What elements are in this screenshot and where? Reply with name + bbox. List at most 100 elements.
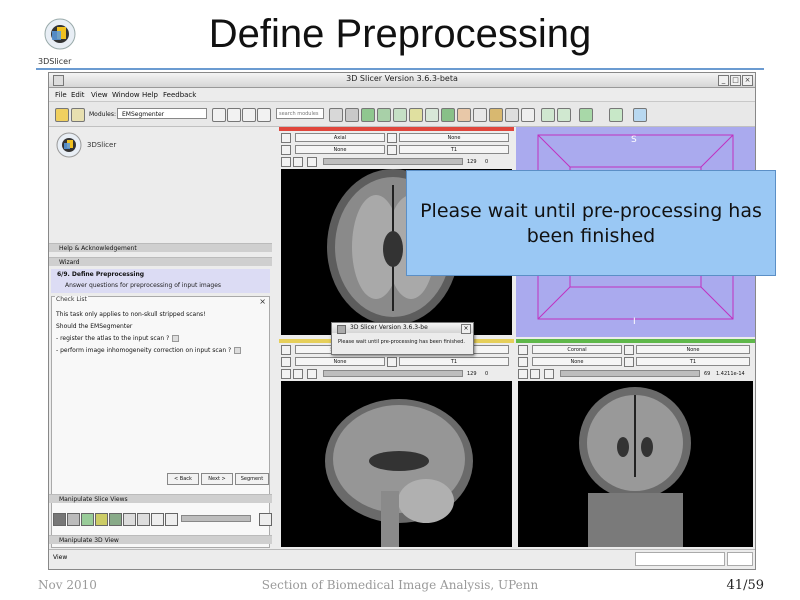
menu-file[interactable]: File xyxy=(55,91,67,99)
back-button[interactable]: < Back xyxy=(167,473,199,485)
dialog-close-icon[interactable]: × xyxy=(461,324,471,334)
close-icon[interactable]: × xyxy=(742,75,753,86)
red-link-icon[interactable] xyxy=(281,145,291,155)
green-fg-icon[interactable] xyxy=(624,345,634,355)
module-search-input[interactable]: search modules xyxy=(276,108,324,119)
red-visibility-icon[interactable] xyxy=(307,157,317,167)
menu-window[interactable]: Window xyxy=(112,91,140,99)
red-slice-slider[interactable] xyxy=(323,158,463,165)
undo-icon[interactable] xyxy=(541,108,555,122)
inhomogeneity-correction-checkbox[interactable] xyxy=(234,347,242,354)
pencil-icon[interactable] xyxy=(473,108,487,122)
yellow-visibility-icon[interactable] xyxy=(307,369,317,379)
red-volume-select[interactable]: T1 xyxy=(399,145,509,154)
mouse-mode-icon[interactable] xyxy=(579,108,593,122)
green-options-icon[interactable] xyxy=(530,369,540,379)
models-icon[interactable] xyxy=(361,108,375,122)
slice-yellow-icon[interactable] xyxy=(95,513,108,526)
slice-fit-icon[interactable] xyxy=(53,513,66,526)
yellow-pin-icon[interactable] xyxy=(281,345,291,355)
red-fit-icon[interactable] xyxy=(281,157,291,167)
editor-icon[interactable] xyxy=(425,108,439,122)
data-icon[interactable] xyxy=(71,108,85,122)
yellow-bg-select[interactable]: None xyxy=(295,357,385,366)
fiducials-icon[interactable] xyxy=(409,108,423,122)
menu-help[interactable]: Help xyxy=(142,91,158,99)
manipulate-slice-views-section[interactable]: Manipulate Slice Views xyxy=(49,494,272,503)
module-list-icon[interactable] xyxy=(257,108,271,122)
yellow-link-icon[interactable] xyxy=(281,357,291,367)
transforms-icon[interactable] xyxy=(377,108,391,122)
module-history-icon[interactable] xyxy=(212,108,226,122)
green-bg-icon[interactable] xyxy=(624,357,634,367)
slice-annotation-icon[interactable] xyxy=(165,513,178,526)
red-fg-select[interactable]: None xyxy=(399,133,509,142)
next-module-icon[interactable] xyxy=(242,108,256,122)
sagittal-brain-image[interactable] xyxy=(281,381,512,547)
slice-green-icon[interactable] xyxy=(81,513,94,526)
place-fiducial-icon[interactable] xyxy=(609,108,623,122)
refresh-icon[interactable] xyxy=(633,108,647,122)
window-title: 3D Slicer Version 3.6.3-beta xyxy=(346,74,458,83)
slice-link-icon[interactable] xyxy=(67,513,80,526)
green-slice-slider[interactable] xyxy=(560,370,700,377)
green-volume-select[interactable]: T1 xyxy=(636,357,750,366)
wizard-section[interactable]: Wizard xyxy=(49,257,272,266)
prev-module-icon[interactable] xyxy=(227,108,241,122)
slice-spacing-icon[interactable] xyxy=(151,513,164,526)
window-titlebar[interactable]: 3D Slicer Version 3.6.3-beta _ □ × xyxy=(49,73,755,88)
register-atlas-checkbox[interactable] xyxy=(172,335,180,342)
layout-3d-icon[interactable] xyxy=(505,108,519,122)
yellow-slice-offset[interactable]: 0 xyxy=(485,371,488,377)
layout-icon[interactable] xyxy=(329,108,343,122)
slice-crosshair-icon[interactable] xyxy=(137,513,150,526)
layout-fourup-icon[interactable] xyxy=(521,108,535,122)
redo-icon[interactable] xyxy=(557,108,571,122)
green-visibility-icon[interactable] xyxy=(544,369,554,379)
green-link-icon[interactable] xyxy=(518,357,528,367)
red-options-icon[interactable] xyxy=(293,157,303,167)
home-icon[interactable] xyxy=(55,108,69,122)
green-bg-select[interactable]: None xyxy=(532,357,622,366)
measure-icon[interactable] xyxy=(441,108,455,122)
color-icon[interactable] xyxy=(457,108,471,122)
footer-affiliation: Section of Biomedical Image Analysis, UP… xyxy=(261,578,539,592)
slice-fade-slider[interactable] xyxy=(181,515,251,522)
menu-edit[interactable]: Edit xyxy=(71,91,85,99)
slice-options-icon[interactable] xyxy=(259,513,272,526)
menu-view[interactable]: View xyxy=(91,91,108,99)
yellow-volume-select[interactable]: T1 xyxy=(399,357,509,366)
segment-button[interactable]: Segment xyxy=(235,473,269,485)
layout-grid-icon[interactable] xyxy=(345,108,359,122)
yellow-slice-slider[interactable] xyxy=(323,370,463,377)
slice-grid-icon[interactable] xyxy=(123,513,136,526)
manipulate-3d-view-section[interactable]: Manipulate 3D View xyxy=(49,535,272,544)
coronal-brain-image[interactable] xyxy=(518,381,753,547)
next-button[interactable]: Next > xyxy=(201,473,233,485)
red-bg-icon[interactable] xyxy=(387,145,397,155)
minimize-icon[interactable]: _ xyxy=(718,75,729,86)
layout-conventional-icon[interactable] xyxy=(489,108,503,122)
green-fg-select[interactable]: None xyxy=(636,345,750,354)
red-bg-select[interactable]: None xyxy=(295,145,385,154)
red-slice-offset[interactable]: 0 xyxy=(485,159,488,165)
red-orientation-select[interactable]: Axial xyxy=(295,133,385,142)
check-list-title: Check List xyxy=(55,296,88,303)
yellow-options-icon[interactable] xyxy=(293,369,303,379)
green-pin-icon[interactable] xyxy=(518,345,528,355)
yellow-bg-icon[interactable] xyxy=(387,357,397,367)
red-slice-value: 129 xyxy=(467,159,477,165)
green-slice-offset[interactable]: 1.4211e-14 xyxy=(716,371,745,377)
slice-composite-icon[interactable] xyxy=(109,513,122,526)
yellow-fit-icon[interactable] xyxy=(281,369,291,379)
module-select[interactable]: EMSegmenter xyxy=(117,108,207,119)
menu-feedback[interactable]: Feedback xyxy=(163,91,196,99)
red-pin-icon[interactable] xyxy=(281,133,291,143)
help-acknowledgement-section[interactable]: Help & Acknowledgement xyxy=(49,243,272,252)
check-list-close-icon[interactable]: × xyxy=(259,297,266,306)
volumes-icon[interactable] xyxy=(393,108,407,122)
red-fg-icon[interactable] xyxy=(387,133,397,143)
green-fit-icon[interactable] xyxy=(518,369,528,379)
green-orientation-select[interactable]: Coronal xyxy=(532,345,622,354)
maximize-icon[interactable]: □ xyxy=(730,75,741,86)
